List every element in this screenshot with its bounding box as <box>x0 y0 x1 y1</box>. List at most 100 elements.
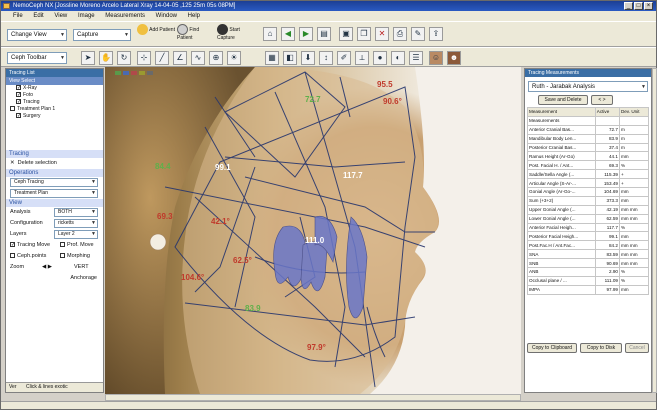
save-icon[interactable]: ▣ <box>339 27 353 41</box>
split-view-icon[interactable]: ◧ <box>283 51 297 65</box>
pointer-icon[interactable]: ➤ <box>81 51 95 65</box>
measurement-label[interactable]: 84.4 <box>155 162 171 171</box>
document-icon[interactable]: ✎ <box>411 27 425 41</box>
configuration-dropdown[interactable]: ricketts <box>54 219 98 228</box>
delete-icon[interactable]: ✕ <box>375 27 389 41</box>
nav-arrows-button[interactable]: < > <box>591 95 613 105</box>
table-row[interactable]: Lower Gonial Angle (... 62.59 mm mm <box>527 213 649 224</box>
add-patient-button[interactable]: Add Patient <box>137 24 175 46</box>
ruler-icon[interactable]: ↕ <box>319 51 333 65</box>
measurement-label[interactable]: 72.7 <box>305 95 321 104</box>
bomb-icon[interactable]: ● <box>373 51 387 65</box>
back-arrow-icon[interactable]: ◀ <box>281 27 295 41</box>
menu-window[interactable]: Window <box>156 13 177 19</box>
menu-file[interactable]: File <box>13 13 23 19</box>
measurement-label[interactable]: 62.5° <box>233 256 252 265</box>
maximize-button[interactable]: □ <box>634 2 643 10</box>
table-row[interactable]: Post. Facial H. / Ant... 69.3% <box>527 160 649 171</box>
table-row[interactable]: Gonial Angle (Ar-Go-... 104.69 mm <box>527 187 649 197</box>
measurement-label[interactable]: 83.9 <box>245 304 261 313</box>
table-row[interactable]: Anterior Cranial Bas... 72.7 m <box>527 124 649 135</box>
table-row[interactable]: Ramus Height (Ar-Go) 44.1 mm <box>527 151 649 162</box>
measurement-label[interactable]: 69.3 <box>157 212 173 221</box>
pen-icon[interactable]: ✐ <box>337 51 351 65</box>
menu-image[interactable]: Image <box>78 13 95 19</box>
magnify-icon[interactable]: ⊕ <box>209 51 223 65</box>
table-row[interactable]: Saddle/Sella Angle (... 115.39 + <box>527 169 649 180</box>
measurement-label[interactable]: 117.7 <box>343 171 363 180</box>
brightness-icon[interactable]: ☀ <box>227 51 241 65</box>
table-row[interactable]: SNA 83.59 mm mm <box>527 249 649 260</box>
image-icon[interactable]: ▤ <box>317 27 331 41</box>
tree-item[interactable]: ✓ Surgery <box>10 113 103 120</box>
change-view-dropdown[interactable]: Change View <box>7 29 67 41</box>
menu-help[interactable]: Help <box>188 13 200 19</box>
tree-item-checkbox[interactable]: ✓ <box>16 85 21 91</box>
ceph-tracing-dropdown[interactable]: Ceph Tracing <box>10 178 98 187</box>
table-row[interactable]: Occlusal plane / ... 111.09% <box>527 275 649 286</box>
point-tool-icon[interactable]: ⊹ <box>137 51 151 65</box>
export-icon[interactable]: ⇪ <box>429 27 443 41</box>
find-patient-button[interactable]: Find Patient <box>177 24 215 46</box>
ceph-toolbar-dropdown[interactable]: Ceph Toolbar <box>7 52 67 64</box>
arrow-down-icon[interactable]: ⬇ <box>301 51 315 65</box>
face-photo-2-icon[interactable]: ☻ <box>447 51 461 65</box>
tree-item[interactable]: ✓ X-Ray <box>10 85 103 92</box>
minimize-button[interactable]: _ <box>624 2 633 10</box>
hand-icon[interactable]: ✋ <box>99 51 113 65</box>
tree-item-checkbox[interactable]: ✓ <box>16 92 21 98</box>
table-row[interactable]: Upper Gonial Angle (... 42.19 mm mm <box>527 204 649 215</box>
table-row[interactable]: ANB 2.90% <box>527 267 649 277</box>
copy-disk-button[interactable]: Copy to Disk <box>580 343 622 353</box>
table-row[interactable]: Anterior Facial Heigh... 117.7% <box>527 222 649 233</box>
tree-item-checkbox[interactable] <box>10 106 15 112</box>
canvas-horizontal-scrollbar[interactable] <box>105 394 521 401</box>
home-icon[interactable]: ⌂ <box>263 27 277 41</box>
layers-icon[interactable]: ☰ <box>409 51 423 65</box>
tracing-move-checkbox[interactable]: ✓ <box>10 242 15 248</box>
analysis-select[interactable]: Ruth - Jarabak Analysis <box>528 81 648 92</box>
ceph-image-canvas[interactable]: 69.3 42.1° 62.5° 104.6° 99.1 117.7 111.0 83.9 72… <box>105 67 521 394</box>
measurement-label[interactable]: 97.9° <box>307 343 326 352</box>
table-row[interactable]: Mandibular Body Len... 83.9 m <box>527 133 649 144</box>
menu-measurements[interactable]: Measurements <box>105 13 145 19</box>
right-vertical-scrollbar[interactable] <box>652 68 657 393</box>
morphing-checkbox[interactable] <box>60 253 65 259</box>
xray-thumbnail-icon[interactable]: ◐ <box>391 51 405 65</box>
menu-edit[interactable]: Edit <box>33 13 43 19</box>
measurement-label[interactable]: 42.1° <box>211 217 230 226</box>
forward-arrow-icon[interactable]: ▶ <box>299 27 313 41</box>
start-capture-button[interactable]: Start Capture <box>217 24 257 46</box>
copy-clipboard-button[interactable]: Copy to Clipboard <box>527 343 577 353</box>
treatment-plan-dropdown[interactable]: Treatment Plan <box>10 189 98 198</box>
measurement-label[interactable]: 111.0 <box>305 236 325 245</box>
line-tool-icon[interactable]: ╱ <box>155 51 169 65</box>
delete-selection-row[interactable]: ✕ Delete selection <box>6 158 103 169</box>
capture-dropdown[interactable]: Capture <box>73 29 131 41</box>
tree-item-checkbox[interactable]: ✓ <box>16 99 21 105</box>
close-button[interactable]: × <box>644 2 653 10</box>
tree-item[interactable]: ✓ Foto <box>10 92 103 99</box>
table-row[interactable]: Measurements <box>527 115 649 126</box>
measurement-label[interactable]: 95.5 <box>377 80 393 89</box>
measurement-label[interactable]: 104.6° <box>181 273 204 282</box>
zoom-arrows-icon[interactable]: ◀ ▶ <box>42 262 52 273</box>
copy-icon[interactable]: ❐ <box>357 27 371 41</box>
grid-icon[interactable]: ▦ <box>265 51 279 65</box>
table-row[interactable]: IMPA 97.99 mm <box>527 284 649 295</box>
rotate-icon[interactable]: ↻ <box>117 51 131 65</box>
tree-item[interactable]: Treatment Plan 1 <box>10 106 103 113</box>
measurement-label[interactable]: 99.1 <box>215 163 231 172</box>
table-row[interactable]: Posterior Cranial Bas... 37.4 m <box>527 142 649 153</box>
print-icon[interactable]: ⎙ <box>393 27 407 41</box>
layers-dropdown[interactable]: Layer 2 <box>54 230 98 239</box>
menu-view[interactable]: View <box>54 13 67 19</box>
face-photo-icon[interactable]: ☺ <box>429 51 443 65</box>
cancel-button[interactable]: Cancel <box>625 343 649 353</box>
curve-tool-icon[interactable]: ∿ <box>191 51 205 65</box>
measure-icon[interactable]: ⟂ <box>355 51 369 65</box>
prof-move-checkbox[interactable] <box>60 242 65 248</box>
tree-item-checkbox[interactable]: ✓ <box>16 113 21 119</box>
analysis-dropdown[interactable]: BOTH <box>54 208 98 217</box>
table-row[interactable]: Post.Fac.H / Ant.Fac... 84.2 mm mm <box>527 240 649 251</box>
